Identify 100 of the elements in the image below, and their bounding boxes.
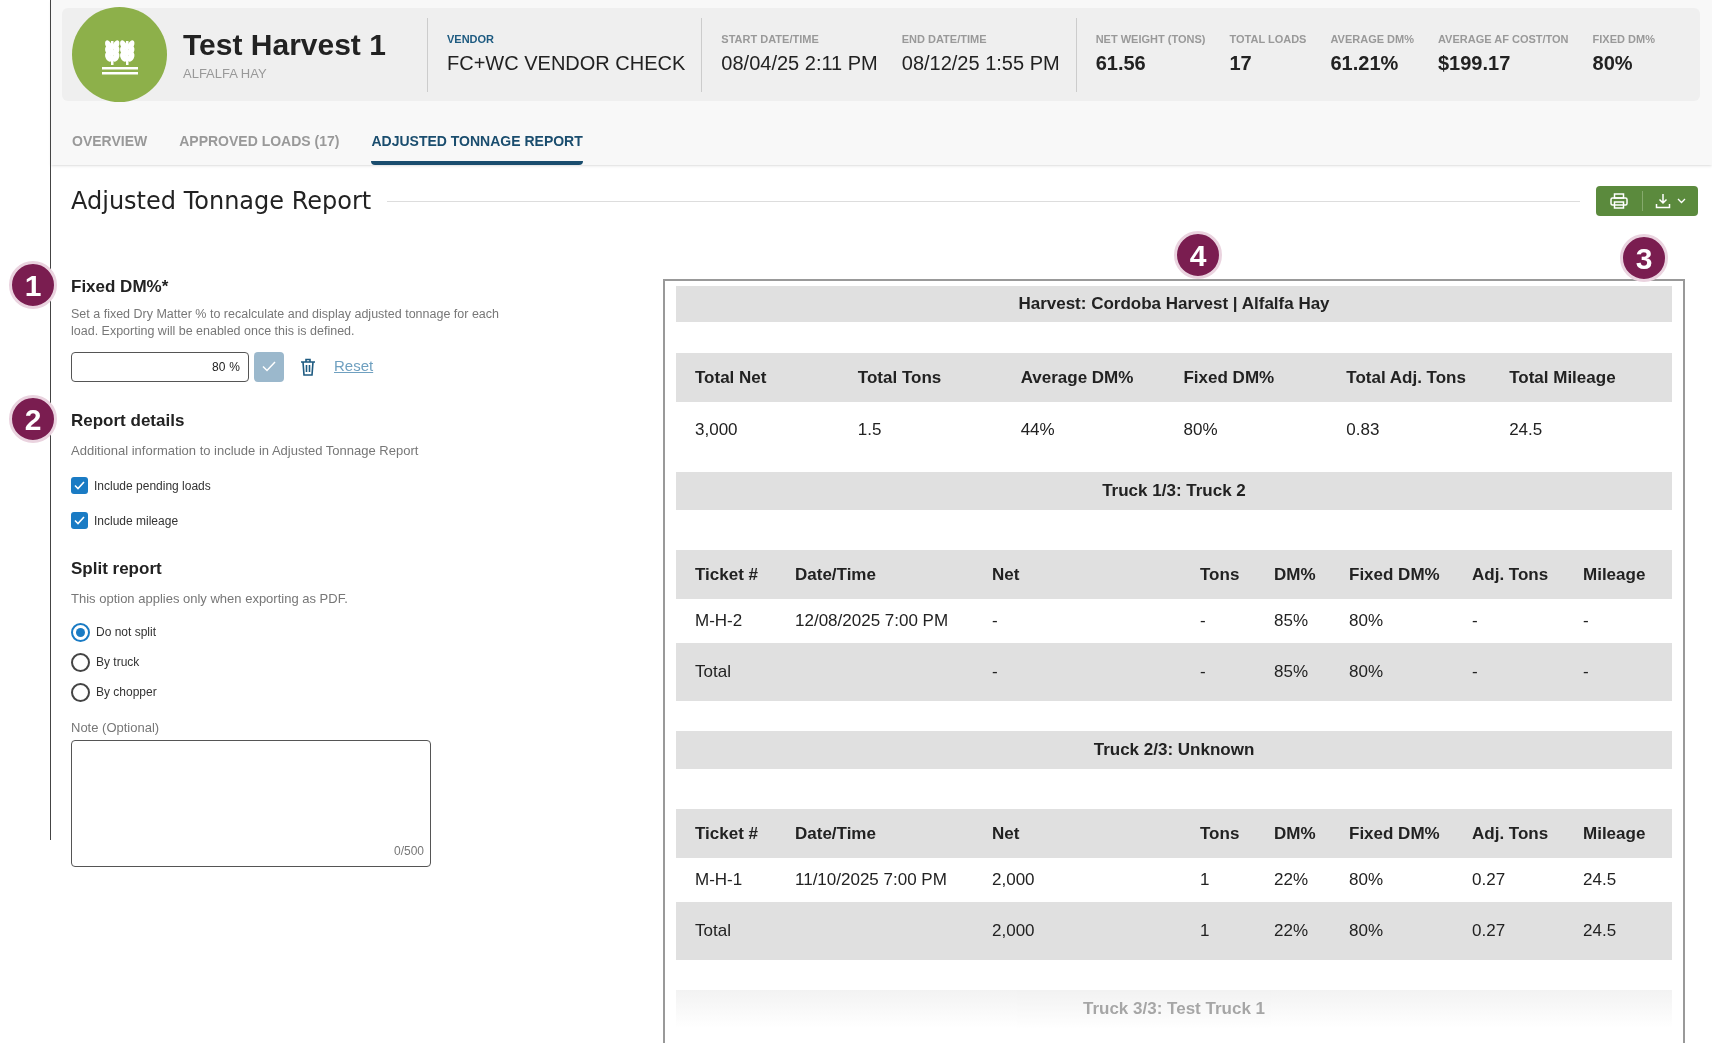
table-cell: 80% (1349, 870, 1384, 890)
table-cell: 1 (1200, 870, 1210, 890)
check-icon (74, 516, 85, 525)
step-number-badge: 4 (1174, 231, 1222, 279)
table-cell-text: 3,000 (695, 419, 739, 442)
table-cell: 1 (1200, 921, 1210, 941)
table-cell: M-H-1 (695, 870, 743, 890)
table-cell: 12/08/2025 7:00 PM (795, 611, 949, 631)
stat-value: 61.21% (1330, 50, 1400, 76)
table-cell: 22% (1274, 921, 1309, 941)
table-cell: - (992, 611, 998, 631)
stat-value: 17 (1229, 50, 1253, 76)
note-label: Note (Optional) (71, 718, 161, 737)
fixed-dm-input[interactable]: 80 % (71, 351, 249, 382)
stat-label: AVERAGE AF COST/TON (1438, 32, 1569, 48)
section-title: Adjusted Tonnage Report (71, 186, 372, 217)
table-cell: - (1583, 611, 1589, 631)
table-cell: M-H-2 (695, 611, 743, 631)
checkbox[interactable] (71, 512, 88, 529)
note-textarea[interactable]: 0/500 (71, 740, 431, 867)
table-cell: 85% (1274, 662, 1309, 682)
stat-value: 61.56 (1095, 50, 1147, 76)
report-title-bar: Harvest: Cordoba Harvest | Alfalfa Hay (676, 286, 1672, 322)
table-cell: 80% (1349, 921, 1384, 941)
column-header: Net (992, 563, 1021, 586)
radio-button[interactable] (71, 652, 90, 672)
step-number-badge: 1 (9, 261, 57, 309)
table-cell: 80% (1349, 662, 1384, 682)
column-header: Mileage (1583, 822, 1647, 845)
section-description: This option applies only when exporting as PDF. (71, 590, 349, 608)
stat-label: VENDOR (447, 32, 496, 48)
table-cell: - (1583, 662, 1589, 682)
step-number-badge: 2 (9, 395, 57, 443)
field-heading: Fixed DM%* (71, 276, 170, 298)
column-header: Ticket # (695, 563, 759, 586)
checkbox[interactable] (71, 477, 88, 494)
checkbox-option[interactable]: Include mileage (71, 511, 631, 530)
stat-label: TOTAL LOADS (1229, 32, 1307, 48)
stat-value: 80% (1592, 50, 1634, 76)
trash-icon (300, 357, 316, 376)
table-cell: 85% (1274, 611, 1309, 631)
column-header: Ticket # (695, 822, 759, 845)
column-header: Mileage (1583, 563, 1647, 586)
truck-heading: Truck 1/3: Truck 2 (676, 472, 1672, 510)
stat-label: AVERAGE DM% (1330, 32, 1414, 48)
stat-value: FC+WC VENDOR CHECK (447, 50, 686, 76)
radio-option[interactable]: By chopper (71, 682, 631, 702)
table-cell: 24.5 (1583, 870, 1617, 890)
radio-option[interactable]: Do not split (71, 622, 631, 642)
table-cell: Total (695, 662, 731, 682)
column-header: Total Net (695, 366, 768, 389)
table-cell-text: 0.83 (1346, 419, 1381, 442)
radio-option[interactable]: By truck (71, 652, 631, 672)
table-cell: 2,000 (992, 921, 1035, 941)
stat-label: FIXED DM% (1592, 32, 1655, 48)
stat-label: END DATE/TIME (901, 32, 988, 48)
table-cell: - (1472, 662, 1478, 682)
delete-button[interactable] (300, 357, 316, 376)
column-header: Fixed DM% (1349, 563, 1441, 586)
harvest-title: Test Harvest 1 (183, 27, 387, 63)
stat-value: 08/12/25 1:55 PM (901, 50, 1060, 76)
tab[interactable]: ADJUSTED TONNAGE REPORT (371, 131, 583, 165)
check-icon (74, 481, 85, 490)
section-description: Additional information to include in Adjusted Tonnage Report (71, 442, 420, 460)
section-heading: Report details (71, 409, 186, 432)
column-header: Net (992, 822, 1021, 845)
table-cell-text: 24.5 (1509, 419, 1544, 442)
radio-button[interactable] (71, 682, 90, 702)
table-cell: 0.27 (1472, 921, 1506, 941)
column-header: Total Adj. Tons (1346, 366, 1467, 389)
table-cell-text: 80% (1183, 419, 1219, 442)
stat-label: NET WEIGHT (TONS) (1095, 32, 1206, 48)
table-cell: - (1200, 662, 1206, 682)
field-description: Set a fixed Dry Matter % to recalculate and display adjusted tonnage for each load. Exporting will be enabled once this is defined. (71, 305, 501, 340)
column-header: Total Mileage (1509, 366, 1617, 389)
table-cell: 2,000 (992, 870, 1035, 890)
table-cell: 0.27 (1472, 870, 1506, 890)
section-heading: Split report (71, 557, 163, 580)
column-header: Adj. Tons (1472, 822, 1550, 845)
table-cell: 24.5 (1583, 921, 1617, 941)
table-cell: 11/10/2025 7:00 PM (795, 870, 947, 890)
column-header: Fixed DM% (1349, 822, 1441, 845)
table-cell: 80% (1349, 611, 1384, 631)
column-header: Total Tons (857, 366, 943, 389)
column-header: Tons (1200, 563, 1241, 586)
check-icon (262, 361, 276, 372)
table-cell: - (992, 662, 998, 682)
caret-icon (1677, 198, 1686, 204)
column-header: Date/Time (795, 822, 877, 845)
truck-heading: Truck 2/3: Unknown (676, 731, 1672, 769)
table-cell-text: 44% (1020, 419, 1056, 442)
column-header: Adj. Tons (1472, 563, 1550, 586)
checkbox-option[interactable]: Include pending loads (71, 476, 631, 495)
radio-button[interactable] (71, 622, 90, 642)
stat-label: START DATE/TIME (721, 32, 820, 48)
crop-type: ALFALFA HAY (183, 64, 268, 83)
table-cell: - (1200, 611, 1206, 631)
stat-value: 08/04/25 2:11 PM (721, 50, 878, 76)
column-header: Date/Time (795, 563, 877, 586)
table-cell-text: 1.5 (857, 419, 883, 442)
